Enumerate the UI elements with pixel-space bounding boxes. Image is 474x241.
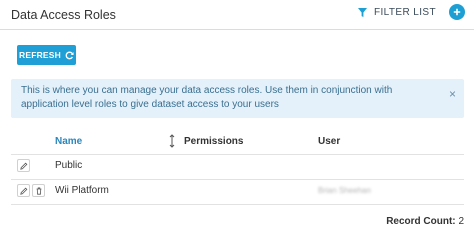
filter-list-button[interactable]: FILTER LIST — [357, 7, 436, 18]
edit-button[interactable] — [17, 184, 30, 197]
filter-icon — [357, 8, 367, 17]
table-row: Wii Platform Brian Sheehan — [11, 179, 464, 204]
refresh-icon — [65, 51, 74, 59]
edit-icon — [19, 187, 27, 195]
column-header-user: User — [318, 136, 341, 147]
info-message: This is where you can manage your data a… — [21, 85, 393, 110]
record-count-value: 2 — [458, 216, 464, 227]
plus-icon — [453, 8, 461, 16]
close-icon[interactable]: × — [449, 87, 456, 101]
page-header: Data Access Roles FILTER LIST — [0, 0, 474, 30]
info-banner: This is where you can manage your data a… — [11, 79, 464, 118]
record-count-label: Record Count: — [386, 216, 456, 227]
column-header-permissions: Permissions — [184, 136, 244, 147]
row-divider — [11, 204, 464, 205]
column-header-name[interactable]: Name — [55, 136, 82, 147]
add-role-button[interactable] — [449, 4, 465, 20]
edit-icon — [19, 162, 27, 170]
delete-button[interactable] — [32, 184, 45, 197]
role-name: Wii Platform — [55, 185, 109, 196]
edit-button[interactable] — [17, 159, 30, 172]
table-row: Public — [11, 154, 464, 179]
column-resize-icon[interactable] — [169, 134, 175, 148]
role-name: Public — [55, 160, 83, 171]
record-count: Record Count: 2 — [386, 216, 464, 227]
trash-icon — [36, 187, 41, 195]
filter-list-label: FILTER LIST — [373, 7, 436, 18]
refresh-button[interactable]: REFRESH — [17, 45, 76, 65]
page-title: Data Access Roles — [11, 8, 116, 22]
refresh-label: REFRESH — [18, 50, 62, 60]
role-user: Brian Sheehan — [318, 186, 371, 195]
header-divider — [0, 29, 474, 30]
